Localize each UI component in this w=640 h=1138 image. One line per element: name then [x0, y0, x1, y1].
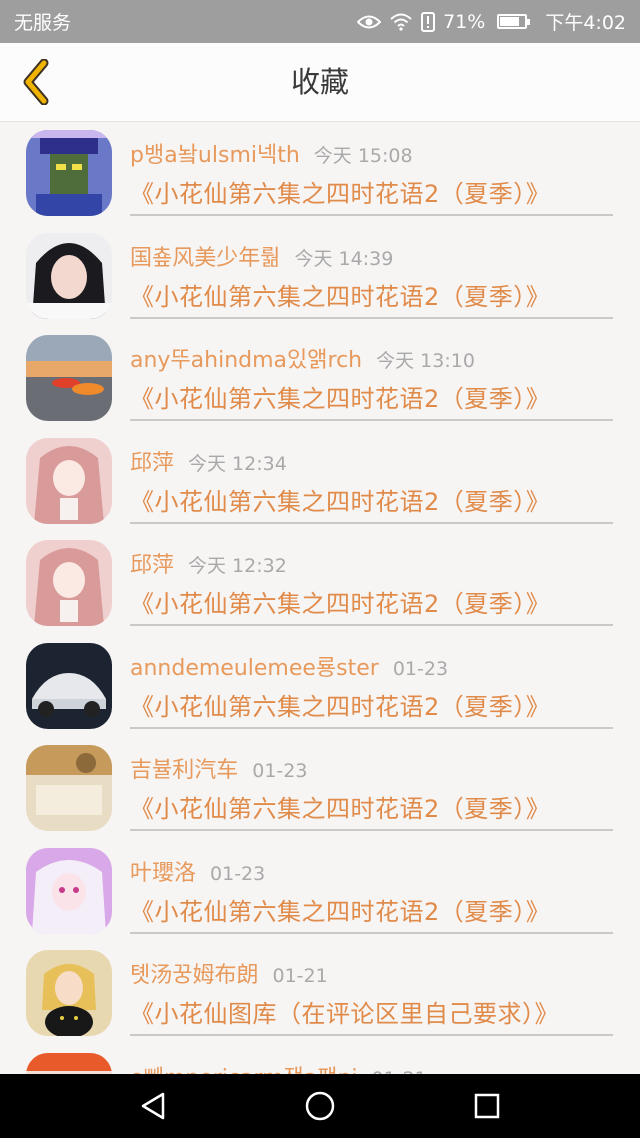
username[interactable]: 톗汤꿍姆布朗: [130, 963, 258, 988]
nav-home-button[interactable]: [290, 1076, 350, 1136]
timestamp: 今天 12:32: [188, 555, 287, 577]
nav-recents-icon: [474, 1093, 499, 1119]
timestamp: 今天 15:08: [313, 145, 413, 167]
username[interactable]: e뻬mpericarm쟁a팽ni: [130, 1066, 358, 1075]
post-title[interactable]: 《小花仙第六集之四时花语2（夏季）》: [130, 277, 550, 312]
avatar[interactable]: [26, 540, 112, 626]
timestamp: 今天 13:10: [376, 350, 475, 372]
timestamp: 今天 12:34: [188, 452, 287, 475]
timestamp: 01-23: [252, 760, 308, 782]
item-body: 国춒风美少年뤎 今天 14:39 《小花仙第六集之四时花语2（夏季）》: [130, 225, 613, 319]
list-item[interactable]: 吉뷸利汽车 01-23 《小花仙第六集之四时花语2（夏季）》: [0, 737, 640, 840]
item-body: anndemeulemee룡ster 01-23 《小花仙第六集之四时花语2（夏季…: [130, 635, 613, 729]
clock: 下午4:02: [545, 12, 626, 34]
list-item[interactable]: e뻬mpericarm쟁a팽ni01-21: [0, 1045, 640, 1075]
navigation-bar: [0, 1074, 640, 1138]
app-header: 收藏: [0, 43, 640, 122]
list-item[interactable]: p뱅a놬ulsmi넥th 今天 15:08 《小花仙第六集之四时花语2（夏季）》: [0, 122, 640, 225]
post-title[interactable]: 《小花仙第六集之四时花语2（夏季）》: [130, 789, 550, 824]
item-body: 吉뷸利汽车 01-23 《小花仙第六集之四时花语2（夏季）》: [130, 737, 613, 831]
carrier-label: 无服务: [14, 12, 72, 34]
item-body: 邱萍 今天 12:34 《小花仙第六集之四时花语2（夏季）》: [130, 430, 613, 524]
username[interactable]: 叶瓔洛: [130, 861, 196, 886]
post-title[interactable]: 《小花仙第六集之四时花语2（夏季）》: [130, 687, 550, 722]
list-item[interactable]: 国춒风美少年뤎 今天 14:39 《小花仙第六集之四时花语2（夏季）》: [0, 225, 640, 328]
list-item[interactable]: 叶瓔洛 01-23 《小花仙第六集之四时花语2（夏季）》: [0, 840, 640, 943]
avatar[interactable]: [26, 745, 112, 831]
nav-recents-button[interactable]: [457, 1076, 517, 1136]
list-item[interactable]: any뚜ahindma있앩rch 今天 13:10 《小花仙第六集之四时花语2（夏…: [0, 327, 640, 430]
item-body: 叶瓔洛 01-23 《小花仙第六集之四时花语2（夏季）》: [130, 840, 613, 934]
battery-icon: [497, 14, 531, 29]
nav-home-icon: [305, 1091, 335, 1121]
timestamp: 01-23: [210, 862, 266, 885]
username[interactable]: 邱萍: [130, 553, 174, 578]
username[interactable]: 国춒风美少年뤎: [130, 246, 280, 271]
alert-icon: [421, 11, 436, 32]
avatar[interactable]: [26, 232, 112, 319]
username[interactable]: 吉뷸利汽车: [130, 758, 238, 783]
timestamp: 01-23: [392, 657, 449, 680]
timestamp: 今天 14:39: [294, 247, 394, 270]
post-title[interactable]: 《小花仙第六集之四时花语2（夏季）》: [130, 892, 550, 927]
avatar[interactable]: [26, 950, 112, 1036]
status-bar: 无服务 71% 下午4:02: [0, 0, 640, 43]
favorites-list[interactable]: p뱅a놬ulsmi넥th 今天 15:08 《小花仙第六集之四时花语2（夏季）》 …: [0, 122, 640, 1074]
status-icons: 71% 下午4:02: [357, 8, 626, 35]
avatar[interactable]: [26, 847, 112, 934]
username[interactable]: anndemeulemee룡ster: [130, 656, 379, 681]
avatar[interactable]: [26, 335, 112, 421]
page-title: 收藏: [290, 65, 349, 99]
avatar[interactable]: [26, 642, 112, 729]
username[interactable]: any뚜ahindma있앩rch: [130, 348, 362, 373]
username[interactable]: 邱萍: [130, 451, 174, 476]
post-title[interactable]: 《小花仙第六集之四时花语2（夏季）》: [130, 174, 550, 209]
post-title[interactable]: 《小花仙第六集之四时花语2（夏季）》: [130, 482, 550, 517]
list-item[interactable]: 邱萍 今天 12:34 《小花仙第六集之四时花语2（夏季）》: [0, 430, 640, 533]
item-body: p뱅a놬ulsmi넥th 今天 15:08 《小花仙第六集之四时花语2（夏季）》: [130, 122, 613, 216]
avatar[interactable]: [26, 437, 112, 524]
timestamp: 01-21: [272, 965, 328, 987]
nav-back-button[interactable]: [123, 1076, 183, 1136]
list-item[interactable]: 邱萍 今天 12:32 《小花仙第六集之四时花语2（夏季）》: [0, 532, 640, 635]
item-body: 톗汤꿍姆布朗 01-21 《小花仙图库（在评论区里自己要求）》: [130, 942, 613, 1036]
item-body: e뻬mpericarm쟁a팽ni01-21: [130, 1045, 613, 1075]
eye-comfort-icon: [357, 15, 382, 28]
wifi-icon: [390, 13, 412, 31]
nav-back-icon: [142, 1092, 165, 1120]
username[interactable]: p뱅a놬ulsmi넥th: [130, 143, 300, 168]
item-body: any뚜ahindma있앩rch 今天 13:10 《小花仙第六集之四时花语2（夏…: [130, 327, 613, 421]
post-title[interactable]: 《小花仙第六集之四时花语2（夏季）》: [130, 584, 550, 619]
battery-percent: 71%: [443, 10, 486, 33]
avatar[interactable]: [26, 130, 112, 216]
list-item[interactable]: anndemeulemee룡ster 01-23 《小花仙第六集之四时花语2（夏季…: [0, 635, 640, 738]
avatar[interactable]: [26, 1052, 112, 1074]
post-title[interactable]: 《小花仙图库（在评论区里自己要求）》: [130, 994, 559, 1029]
item-body: 邱萍 今天 12:32 《小花仙第六集之四时花语2（夏季）》: [130, 532, 613, 626]
list-item[interactable]: 톗汤꿍姆布朗 01-21 《小花仙图库（在评论区里自己要求）》: [0, 942, 640, 1045]
post-title[interactable]: 《小花仙第六集之四时花语2（夏季）》: [130, 379, 550, 414]
